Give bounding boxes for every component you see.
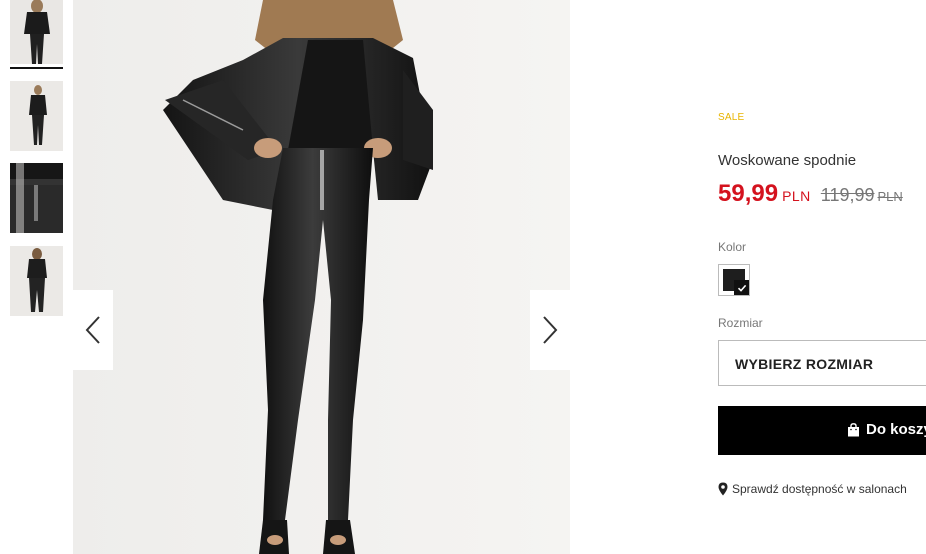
thumbnail-2[interactable]	[10, 81, 63, 151]
active-thumbnail-indicator	[10, 67, 63, 69]
product-info-panel: SALE Woskowane spodnie 59,99 PLN 119,99 PLN…	[718, 0, 926, 554]
shopping-bag-icon	[848, 422, 859, 436]
next-image-button[interactable]	[530, 290, 570, 370]
sale-badge: SALE	[718, 112, 745, 123]
checkmark-icon	[737, 284, 746, 292]
thumbnail-3[interactable]	[10, 163, 63, 233]
model-photo	[73, 0, 570, 554]
selected-check	[734, 280, 749, 295]
price-row: 59,99 PLN 119,99 PLN	[718, 180, 903, 208]
add-to-cart-button[interactable]: Do koszyka	[718, 406, 926, 455]
store-link-label: Sprawdź dostępność w salonach	[732, 482, 907, 496]
current-price: 59,99	[718, 180, 779, 207]
map-pin-icon	[718, 482, 728, 496]
color-label: Kolor	[718, 240, 747, 254]
previous-image-button[interactable]	[73, 290, 113, 370]
cart-button-label: Do koszyka	[866, 421, 926, 438]
size-label: Rozmiar	[718, 316, 763, 330]
main-product-image	[73, 0, 570, 554]
chevron-right-icon	[543, 316, 558, 344]
size-select-value: WYBIERZ ROZMIAR	[735, 356, 874, 372]
old-price-value: 119,99	[820, 185, 875, 205]
product-page: SALE Woskowane spodnie 59,99 PLN 119,99 PLN…	[0, 0, 926, 554]
chevron-left-icon	[85, 316, 100, 344]
old-price-currency: PLN	[877, 189, 903, 204]
thumbnail-1[interactable]	[10, 0, 63, 64]
size-select[interactable]: WYBIERZ ROZMIAR	[718, 340, 926, 386]
color-swatch-black[interactable]	[718, 264, 750, 296]
thumbnail-4[interactable]	[10, 246, 63, 316]
product-title: Woskowane spodnie	[718, 152, 857, 169]
current-price-currency: PLN	[782, 188, 811, 204]
old-price: 119,99 PLN	[820, 185, 903, 205]
check-store-availability-link[interactable]: Sprawdź dostępność w salonach	[718, 482, 907, 496]
cart-button-content: Do koszyka	[847, 421, 926, 438]
